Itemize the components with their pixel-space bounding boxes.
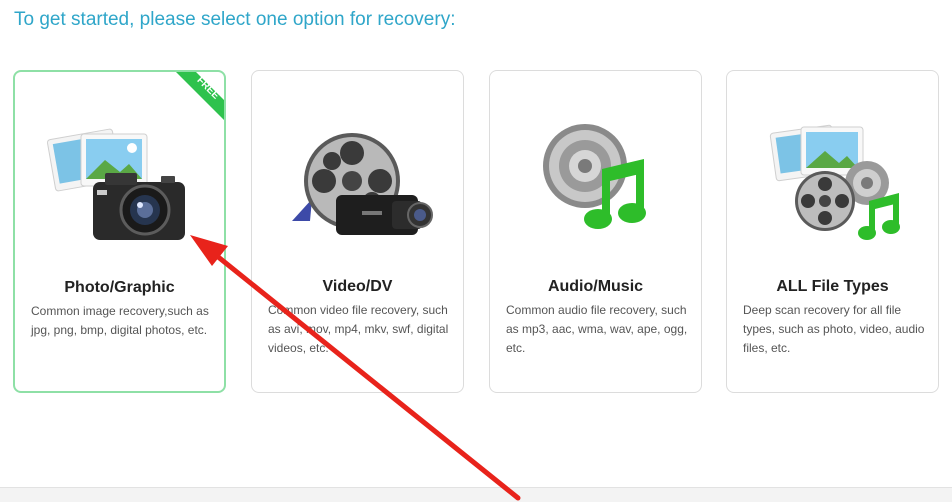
option-title: Video/DV xyxy=(322,278,393,295)
option-description: Common video file recovery, such as avi,… xyxy=(268,303,449,355)
film-reel-camcorder-icon xyxy=(252,71,463,251)
option-title: Audio/Music xyxy=(547,278,644,295)
option-description: Common image recovery,such as jpg, png, … xyxy=(31,304,209,337)
speaker-music-note-icon xyxy=(490,71,701,251)
option-card-audio-music[interactable]: Audio/Music Common audio file recovery, … xyxy=(489,70,702,393)
all-files-icon xyxy=(727,71,938,251)
free-badge: FREE xyxy=(162,72,224,134)
page-prompt: To get started, please select one option… xyxy=(14,9,456,30)
option-title: ALL File Types xyxy=(776,278,889,295)
option-card-photo-graphic[interactable]: FREE Photo/Graphic Common image recovery… xyxy=(13,70,226,393)
option-description: Common audio file recovery, such as mp3,… xyxy=(506,303,688,355)
option-card-video-dv[interactable]: Video/DV Common video file recovery, suc… xyxy=(251,70,464,393)
option-description: Deep scan recovery for all file types, s… xyxy=(743,303,925,355)
option-card-all-file-types[interactable]: ALL File Types Deep scan recovery for al… xyxy=(726,70,939,393)
option-title: Photo/Graphic xyxy=(64,279,175,296)
bottom-bar xyxy=(0,487,952,502)
